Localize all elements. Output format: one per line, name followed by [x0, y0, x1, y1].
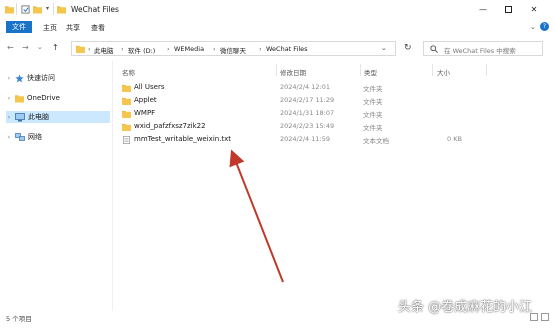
breadcrumb-separator-icon: › [88, 45, 91, 53]
title-bar: ▾ WeChat Files — ✕ [0, 0, 554, 20]
nav-item-label: 网络 [28, 133, 42, 141]
file-name: wxid_pafzfxsz7zik22 [134, 122, 206, 130]
column-divider[interactable] [486, 64, 487, 76]
chevron-right-icon[interactable]: › [6, 75, 12, 82]
back-button[interactable]: ← [7, 43, 14, 52]
forward-button[interactable]: → [22, 43, 29, 52]
customize-qa-icon[interactable]: ▾ [46, 5, 49, 12]
recent-locations-button[interactable]: ⌄ [37, 43, 43, 51]
file-type: 文件夹 [363, 98, 383, 106]
expand-ribbon-icon[interactable]: ⌄ [530, 23, 536, 31]
breadcrumb-drive-d[interactable]: 软件 (D:) [128, 45, 155, 55]
breadcrumb-this-pc[interactable]: 此电脑 [94, 45, 114, 55]
folder-icon [76, 45, 85, 53]
column-header-name[interactable]: 名称 [122, 67, 135, 77]
folder-icon [122, 110, 131, 118]
file-name: mmTest_writable_weixin.txt [134, 135, 232, 143]
chevron-right-icon[interactable]: › [6, 134, 12, 141]
file-row[interactable]: All Users 2024/2/4 12:01 文件夹 [118, 82, 498, 94]
breadcrumb-separator-icon: › [213, 45, 216, 53]
nav-item-quick-access[interactable]: › 快速访问 [6, 72, 55, 84]
folder-icon [122, 123, 131, 131]
nav-item-label: OneDrive [27, 94, 60, 102]
column-divider[interactable] [360, 64, 361, 76]
tab-home[interactable]: 主页 [43, 23, 57, 33]
nav-item-onedrive[interactable]: › OneDrive [6, 92, 60, 104]
folder-icon [122, 97, 131, 105]
breadcrumb-wechat-files[interactable]: WeChat Files [266, 45, 308, 53]
ribbon-tabs: 文件 主页 共享 查看 ⌄ ? [0, 20, 554, 34]
refresh-icon[interactable]: ↻ [404, 43, 412, 53]
watermark: 头条 @卷成麻花的小江 [398, 300, 533, 315]
nav-item-network[interactable]: › 网络 [6, 131, 42, 143]
close-button[interactable]: ✕ [527, 3, 541, 16]
navigation-pane: › 快速访问 › OneDrive › 此电脑 › 网络 [0, 61, 113, 311]
address-dropdown-icon[interactable]: ⌄ [381, 44, 387, 52]
file-type: 文件夹 [363, 124, 383, 132]
breadcrumb-separator-icon: › [121, 45, 124, 53]
text-file-icon [122, 136, 131, 144]
nav-item-label: 快速访问 [27, 74, 55, 82]
star-icon [15, 73, 24, 82]
column-header-size[interactable]: 大小 [437, 67, 450, 77]
file-row[interactable]: WMPF 2024/1/31 18:07 文件夹 [118, 108, 498, 120]
nav-item-label: 此电脑 [28, 113, 49, 121]
computer-icon [15, 112, 25, 121]
breadcrumb-separator-icon: › [167, 45, 170, 53]
column-header-date[interactable]: 修改日期 [280, 67, 306, 77]
file-name: Applet [134, 96, 157, 104]
file-date: 2024/2/17 11:29 [280, 96, 335, 104]
column-divider[interactable] [276, 64, 277, 76]
file-row[interactable]: wxid_pafzfxsz7zik22 2024/2/23 15:49 文件夹 [118, 121, 498, 133]
tab-share[interactable]: 共享 [66, 23, 80, 33]
column-divider[interactable] [432, 64, 433, 76]
nav-item-this-pc[interactable]: › 此电脑 [6, 111, 110, 123]
chevron-right-icon[interactable]: › [6, 95, 12, 102]
up-button[interactable]: ↑ [52, 43, 59, 52]
minimize-button[interactable]: — [476, 3, 490, 16]
large-icons-view-button[interactable] [541, 313, 549, 321]
new-folder-icon[interactable] [33, 5, 42, 14]
breadcrumb-wechat-chat[interactable]: 微信聊天 [220, 45, 246, 55]
file-type: 文件夹 [363, 111, 383, 119]
window-title: WeChat Files [71, 5, 119, 14]
file-date: 2024/2/4 12:01 [280, 83, 330, 91]
file-type: 文件夹 [363, 85, 383, 93]
file-row[interactable]: Applet 2024/2/17 11:29 文件夹 [118, 95, 498, 107]
search-icon [430, 45, 438, 53]
address-row: ← → ⌄ ↑ › 此电脑 › 软件 (D:) › WEMedia › 微信聊天… [0, 37, 554, 59]
search-input[interactable]: 在 WeChat Files 中搜索 [423, 41, 543, 56]
address-bar[interactable]: › 此电脑 › 软件 (D:) › WEMedia › 微信聊天 › WeCha… [71, 41, 396, 56]
chevron-right-icon[interactable]: › [6, 114, 12, 121]
breadcrumb-wemedia[interactable]: WEMedia [174, 45, 204, 53]
folder-icon [15, 94, 24, 103]
file-date: 2024/2/23 15:49 [280, 122, 335, 130]
properties-icon[interactable] [21, 5, 30, 14]
help-icon[interactable]: ? [540, 22, 549, 31]
folder-icon [122, 84, 131, 92]
file-name: WMPF [134, 109, 156, 117]
status-item-count: 5 个项目 [6, 315, 32, 323]
file-size: 0 KB [447, 135, 462, 143]
folder-icon [57, 6, 66, 14]
tab-view[interactable]: 查看 [91, 23, 105, 33]
column-header-type[interactable]: 类型 [364, 67, 377, 77]
folder-icon [5, 6, 14, 14]
file-row[interactable]: mmTest_writable_weixin.txt 2024/2/4 11:5… [118, 134, 498, 146]
search-placeholder: 在 WeChat Files 中搜索 [444, 47, 516, 55]
tab-file[interactable]: 文件 [6, 21, 32, 33]
breadcrumb-separator-icon: › [259, 45, 262, 53]
network-icon [15, 132, 25, 141]
file-date: 2024/1/31 18:07 [280, 109, 335, 117]
file-name: All Users [134, 83, 165, 91]
file-type: 文本文档 [363, 137, 389, 145]
explorer-window: ▾ WeChat Files — ✕ 文件 主页 共享 查看 ⌄ ? ← → ⌄… [0, 0, 554, 329]
file-date: 2024/2/4 11:59 [280, 135, 330, 143]
maximize-button[interactable] [501, 3, 515, 16]
